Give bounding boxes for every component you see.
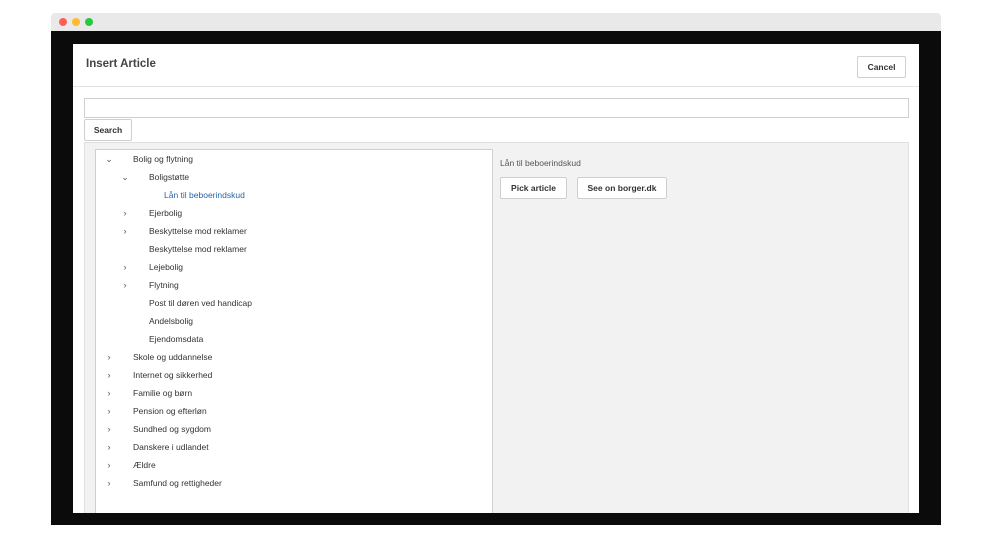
chevron-down-icon[interactable]: ⌄ — [120, 168, 130, 186]
tree-item-label: Pension og efterløn — [133, 406, 207, 416]
tree-item[interactable]: › Internet og sikkerhed — [96, 366, 492, 384]
close-window-icon[interactable] — [59, 18, 67, 26]
tree-item-label: Beskyttelse mod reklamer — [149, 244, 247, 254]
chevron-right-icon[interactable]: › — [120, 258, 130, 276]
tree-item[interactable]: › Ejerbolig — [96, 204, 492, 222]
tree-item[interactable]: › Lejebolig — [96, 258, 492, 276]
tree-item-label: Beskyttelse mod reklamer — [149, 226, 247, 236]
tree-item[interactable]: Lån til beboerindskud — [96, 186, 492, 204]
article-tree[interactable]: ⌄ Bolig og flytning ⌄ Boligstøtte Lån til be… — [95, 149, 493, 513]
tree-item[interactable]: › Familie og børn — [96, 384, 492, 402]
tree-item-label: Ejendomsdata — [149, 334, 204, 344]
tree-item-label: Danskere i udlandet — [133, 442, 209, 452]
chevron-right-icon[interactable]: › — [104, 474, 114, 492]
tree-item[interactable]: › Sundhed og sygdom — [96, 420, 492, 438]
chevron-right-icon[interactable]: › — [104, 456, 114, 474]
tree-item-label: Internet og sikkerhed — [133, 370, 213, 380]
chevron-right-icon[interactable]: › — [120, 222, 130, 240]
tree-item[interactable]: › Flytning — [96, 276, 492, 294]
tree-item[interactable]: ⌄ Bolig og flytning — [96, 150, 492, 168]
tree-item[interactable]: ⌄ Boligstøtte — [96, 168, 492, 186]
tree-item[interactable]: › Danskere i udlandet — [96, 438, 492, 456]
maximize-window-icon[interactable] — [85, 18, 93, 26]
tree-item-label: Ejerbolig — [149, 208, 183, 218]
tree-item[interactable]: › Ældre — [96, 456, 492, 474]
tree-item-label: Ældre — [133, 460, 156, 470]
insert-article-dialog: Insert Article Cancel Search ⌄ Bolig og f… — [73, 44, 919, 513]
chevron-right-icon[interactable]: › — [104, 402, 114, 420]
tree-item-label: Bolig og flytning — [133, 154, 194, 164]
search-input[interactable] — [84, 98, 909, 118]
pick-article-button[interactable]: Pick article — [500, 177, 567, 199]
cancel-button[interactable]: Cancel — [857, 56, 906, 78]
tree-item[interactable]: Post til døren ved handicap — [96, 294, 492, 312]
chevron-right-icon[interactable]: › — [104, 420, 114, 438]
tree-item-label: Familie og børn — [133, 388, 193, 398]
search-button[interactable]: Search — [84, 119, 132, 141]
chevron-right-icon[interactable]: › — [104, 384, 114, 402]
tree-item-label: Lejebolig — [149, 262, 184, 272]
tree-item[interactable]: › Beskyttelse mod reklamer — [96, 222, 492, 240]
tree-item-label: Lån til beboerindskud — [164, 190, 245, 200]
app-window: Insert Article Cancel Search ⌄ Bolig og f… — [51, 31, 941, 525]
minimize-window-icon[interactable] — [72, 18, 80, 26]
chevron-right-icon[interactable]: › — [104, 366, 114, 384]
tree-item[interactable]: Beskyttelse mod reklamer — [96, 240, 492, 258]
chevron-right-icon[interactable]: › — [120, 276, 130, 294]
tree-item[interactable]: › Skole og uddannelse — [96, 348, 492, 366]
window-titlebar — [51, 13, 941, 31]
preview-title: Lån til beboerindskud — [500, 158, 581, 168]
chevron-right-icon[interactable]: › — [104, 438, 114, 456]
tree-item[interactable]: Ejendomsdata — [96, 330, 492, 348]
tree-item-label: Andelsbolig — [149, 316, 193, 326]
tree-item-label: Flytning — [149, 280, 179, 290]
tree-item-label: Skole og uddannelse — [133, 352, 213, 362]
tree-item-label: Samfund og rettigheder — [133, 478, 222, 488]
see-on-borger-button[interactable]: See on borger.dk — [577, 177, 667, 199]
chevron-down-icon[interactable]: ⌄ — [104, 150, 114, 168]
tree-item[interactable]: Andelsbolig — [96, 312, 492, 330]
tree-item-label: Sundhed og sygdom — [133, 424, 211, 434]
tree-item[interactable]: › Pension og efterløn — [96, 402, 492, 420]
dialog-header: Insert Article Cancel — [73, 44, 919, 87]
chevron-right-icon[interactable]: › — [120, 204, 130, 222]
tree-item[interactable]: › Samfund og rettigheder — [96, 474, 492, 492]
tree-item-label: Boligstøtte — [149, 172, 190, 182]
chevron-right-icon[interactable]: › — [104, 348, 114, 366]
tree-item-label: Post til døren ved handicap — [149, 298, 253, 308]
dialog-title: Insert Article — [86, 58, 156, 70]
